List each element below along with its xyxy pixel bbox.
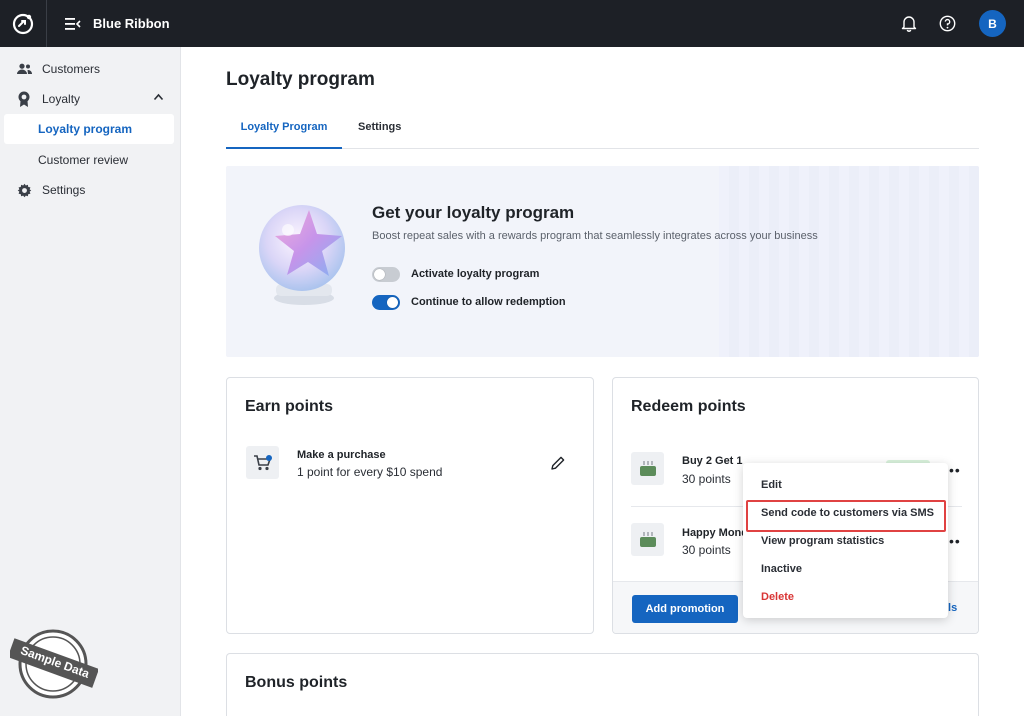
sidebar-item-customer-review[interactable]: Customer review xyxy=(4,145,174,175)
help-icon[interactable] xyxy=(937,14,957,34)
product-image-icon xyxy=(631,523,664,556)
sidebar-item-customers[interactable]: Customers xyxy=(4,54,174,84)
sidebar-item-label: Customer review xyxy=(38,153,129,167)
toggle-label: Activate loyalty program xyxy=(411,268,540,280)
app-logo-icon xyxy=(12,13,34,34)
top-bar: Blue Ribbon B xyxy=(0,0,1024,47)
redeem-item-points: 30 points xyxy=(682,543,731,557)
tab-label: Settings xyxy=(358,121,402,133)
sidebar-item-loyalty[interactable]: Loyalty xyxy=(4,84,174,114)
star-trophy-icon xyxy=(259,205,345,305)
user-avatar[interactable]: B xyxy=(979,10,1006,37)
redeem-item-points: 30 points xyxy=(682,472,731,486)
menu-toggle-button[interactable] xyxy=(65,17,81,30)
people-icon xyxy=(16,61,32,77)
tab-bar: Loyalty Program Settings xyxy=(226,121,979,149)
menu-item-edit[interactable]: Edit xyxy=(761,479,782,491)
activate-loyalty-toggle[interactable] xyxy=(372,266,400,282)
more-options-icon[interactable]: •• xyxy=(949,462,961,478)
pencil-icon xyxy=(551,456,565,470)
product-image-icon xyxy=(631,452,664,485)
card-title: Earn points xyxy=(245,398,334,415)
hero-decoration xyxy=(719,166,979,357)
gear-icon xyxy=(16,182,32,198)
earn-rule-desc: 1 point for every $10 spend xyxy=(297,465,443,479)
earn-points-card: Earn points Make a purchase 1 point for … xyxy=(226,377,594,634)
menu-item-view-statistics[interactable]: View program statistics xyxy=(761,535,884,547)
sidebar-item-label: Loyalty program xyxy=(38,122,133,136)
allow-redemption-toggle[interactable] xyxy=(372,294,400,310)
edit-earn-rule-button[interactable] xyxy=(550,455,568,473)
card-title: Bonus points xyxy=(245,674,348,691)
sidebar: Customers Loyalty Loyalty program Custom… xyxy=(0,47,181,716)
toggle-label: Continue to allow redemption xyxy=(411,296,566,308)
app-logo[interactable] xyxy=(0,0,47,47)
menu-item-send-sms[interactable]: Send code to customers via SMS xyxy=(761,507,934,519)
page-title: Loyalty program xyxy=(226,69,375,90)
award-ribbon-icon xyxy=(16,91,32,107)
brand-name: Blue Ribbon xyxy=(93,16,170,31)
toggle-allow-redemption: Continue to allow redemption xyxy=(372,293,566,311)
redeem-item-name: Happy Mond xyxy=(682,527,748,539)
redeem-item-context-menu: Edit Send code to customers via SMS View… xyxy=(743,463,948,618)
sidebar-item-label: Settings xyxy=(42,183,86,197)
notifications-bell-icon[interactable] xyxy=(899,14,919,34)
tab-loyalty-program[interactable]: Loyalty Program xyxy=(226,121,342,149)
card-title: Redeem points xyxy=(631,398,746,415)
chevron-up-icon[interactable] xyxy=(153,93,164,101)
hero-title: Get your loyalty program xyxy=(372,203,575,222)
tab-label: Loyalty Program xyxy=(240,121,328,133)
toggle-activate-loyalty: Activate loyalty program xyxy=(372,265,539,283)
shopping-cart-icon xyxy=(246,446,279,479)
hero-subtitle: Boost repeat sales with a rewards progra… xyxy=(372,230,818,242)
menu-item-inactive[interactable]: Inactive xyxy=(761,563,802,575)
add-promotion-button[interactable]: Add promotion xyxy=(632,595,738,623)
earn-rule-title: Make a purchase xyxy=(297,449,386,461)
sample-data-stamp: Sample Data xyxy=(7,626,100,702)
sidebar-item-loyalty-program[interactable]: Loyalty program xyxy=(4,114,174,144)
tab-settings[interactable]: Settings xyxy=(358,121,401,149)
sidebar-item-label: Customers xyxy=(42,62,101,76)
menu-collapse-icon xyxy=(65,17,81,30)
sidebar-item-label: Loyalty xyxy=(42,92,81,106)
menu-item-delete[interactable]: Delete xyxy=(761,591,794,603)
bonus-points-card: Bonus points xyxy=(226,653,979,716)
sidebar-item-settings[interactable]: Settings xyxy=(4,175,174,205)
more-options-icon[interactable]: •• xyxy=(949,533,961,549)
redeem-item-name: Buy 2 Get 1 xyxy=(682,455,743,467)
loyalty-hero-banner: Get your loyalty program Boost repeat sa… xyxy=(226,166,979,357)
